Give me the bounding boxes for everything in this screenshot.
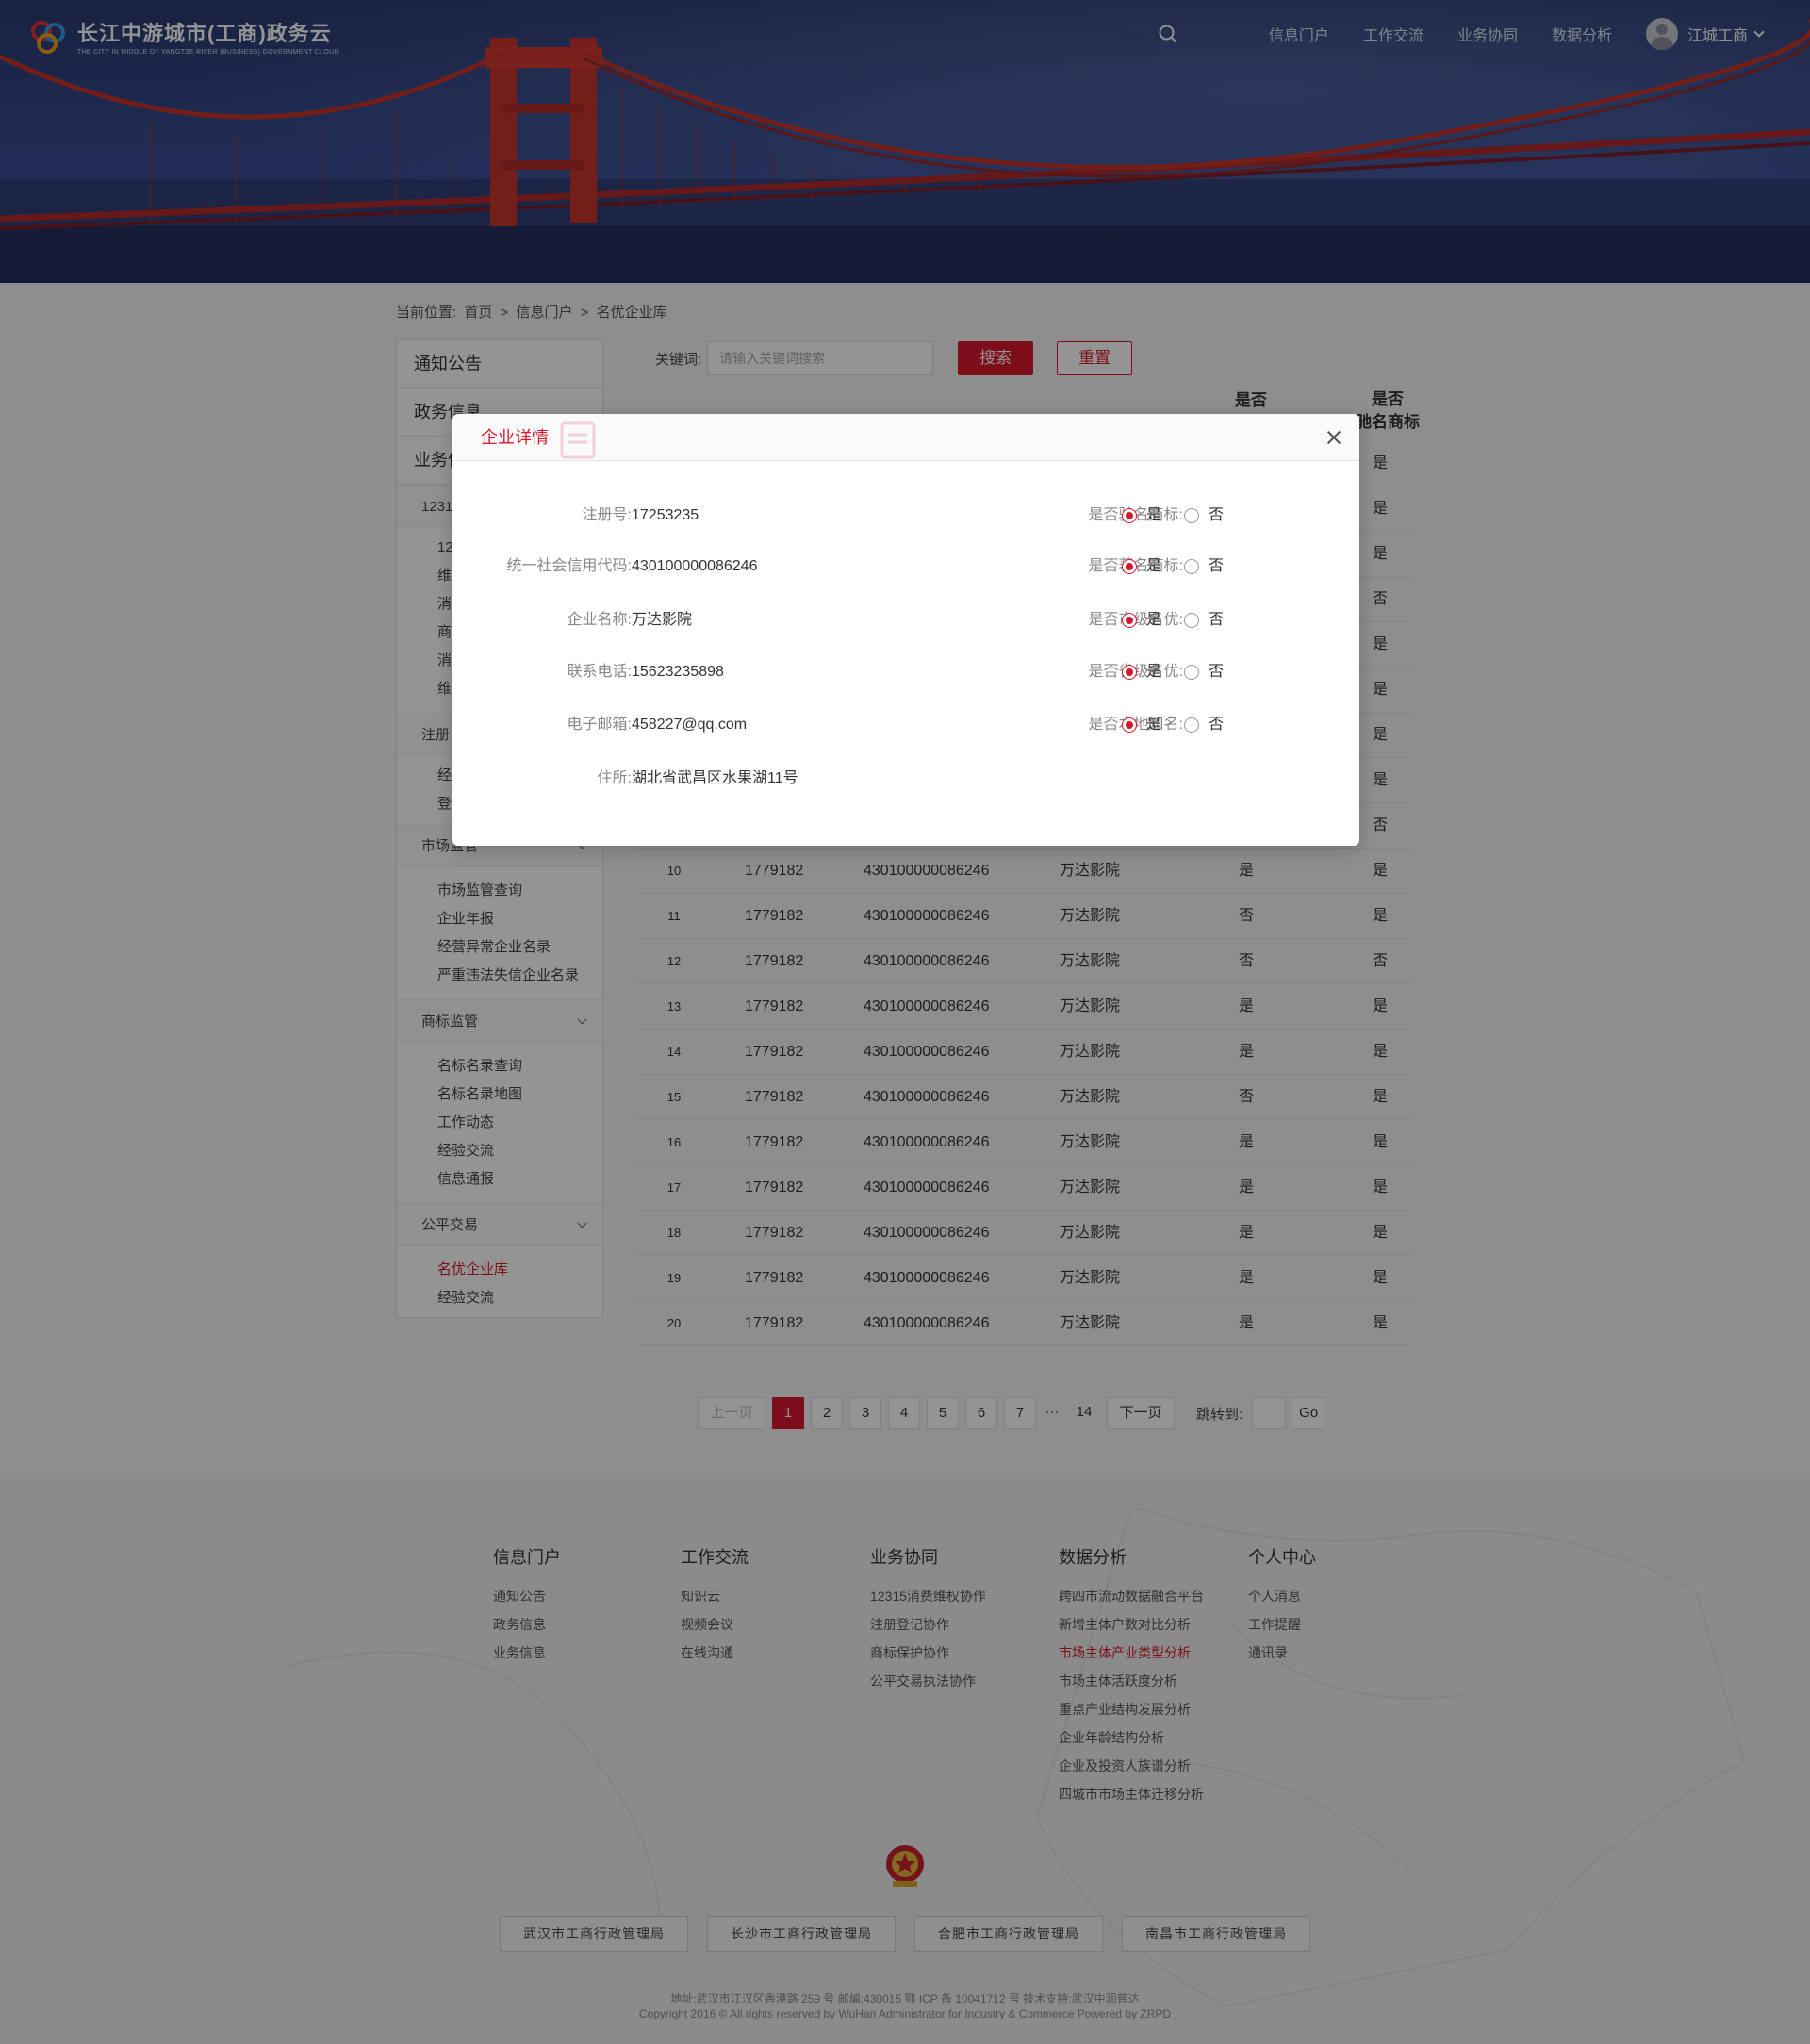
radio-yes-label: 是 [1146, 507, 1162, 523]
radio-yes[interactable] [1122, 665, 1137, 680]
radio-no-label: 否 [1209, 612, 1225, 628]
radio-yes[interactable] [1122, 559, 1137, 574]
radio-no[interactable] [1184, 508, 1199, 523]
radio-yes-label: 是 [1146, 717, 1162, 733]
radio-no-label: 否 [1209, 664, 1225, 680]
radio-field-province-famous: 是否省级名优: 是 否 [452, 661, 1359, 684]
radio-no[interactable] [1184, 613, 1199, 628]
field-label: 住所: [597, 770, 632, 786]
radio-field-well-known-trademark: 是否著名商标: 是 否 [452, 555, 1359, 578]
radio-field-local-known: 是否本地知名: 是 否 [452, 714, 1359, 736]
radio-field-famous-trademark: 是否驰名商标: 是 否 [452, 504, 1359, 527]
radio-no[interactable] [1184, 559, 1199, 574]
radio-yes-label: 是 [1146, 612, 1162, 628]
field-value: 湖北省武昌区水果湖11号 [632, 770, 798, 786]
radio-no-label: 否 [1209, 717, 1225, 733]
document-icon [560, 421, 596, 459]
radio-yes-label: 是 [1146, 558, 1162, 574]
modal-overlay[interactable] [0, 0, 1810, 2044]
modal-title: 企业详情 [481, 428, 549, 447]
radio-no[interactable] [1184, 665, 1199, 680]
field-address: 住所: 湖北省武昌区水果湖11号 [452, 767, 1359, 790]
radio-no[interactable] [1184, 717, 1199, 733]
close-icon[interactable] [1325, 429, 1342, 446]
radio-no-label: 否 [1209, 558, 1225, 574]
enterprise-detail-modal: 企业详情 注册号: 17253235 统一社会信用代码: 43010000008… [452, 414, 1359, 846]
radio-yes[interactable] [1122, 613, 1137, 628]
radio-no-label: 否 [1209, 507, 1225, 523]
radio-yes[interactable] [1122, 717, 1137, 733]
modal-header: 企业详情 [452, 414, 1359, 461]
radio-yes-label: 是 [1146, 664, 1162, 680]
radio-yes[interactable] [1122, 508, 1137, 523]
radio-field-city-famous: 是否市级名优: 是 否 [452, 609, 1359, 632]
